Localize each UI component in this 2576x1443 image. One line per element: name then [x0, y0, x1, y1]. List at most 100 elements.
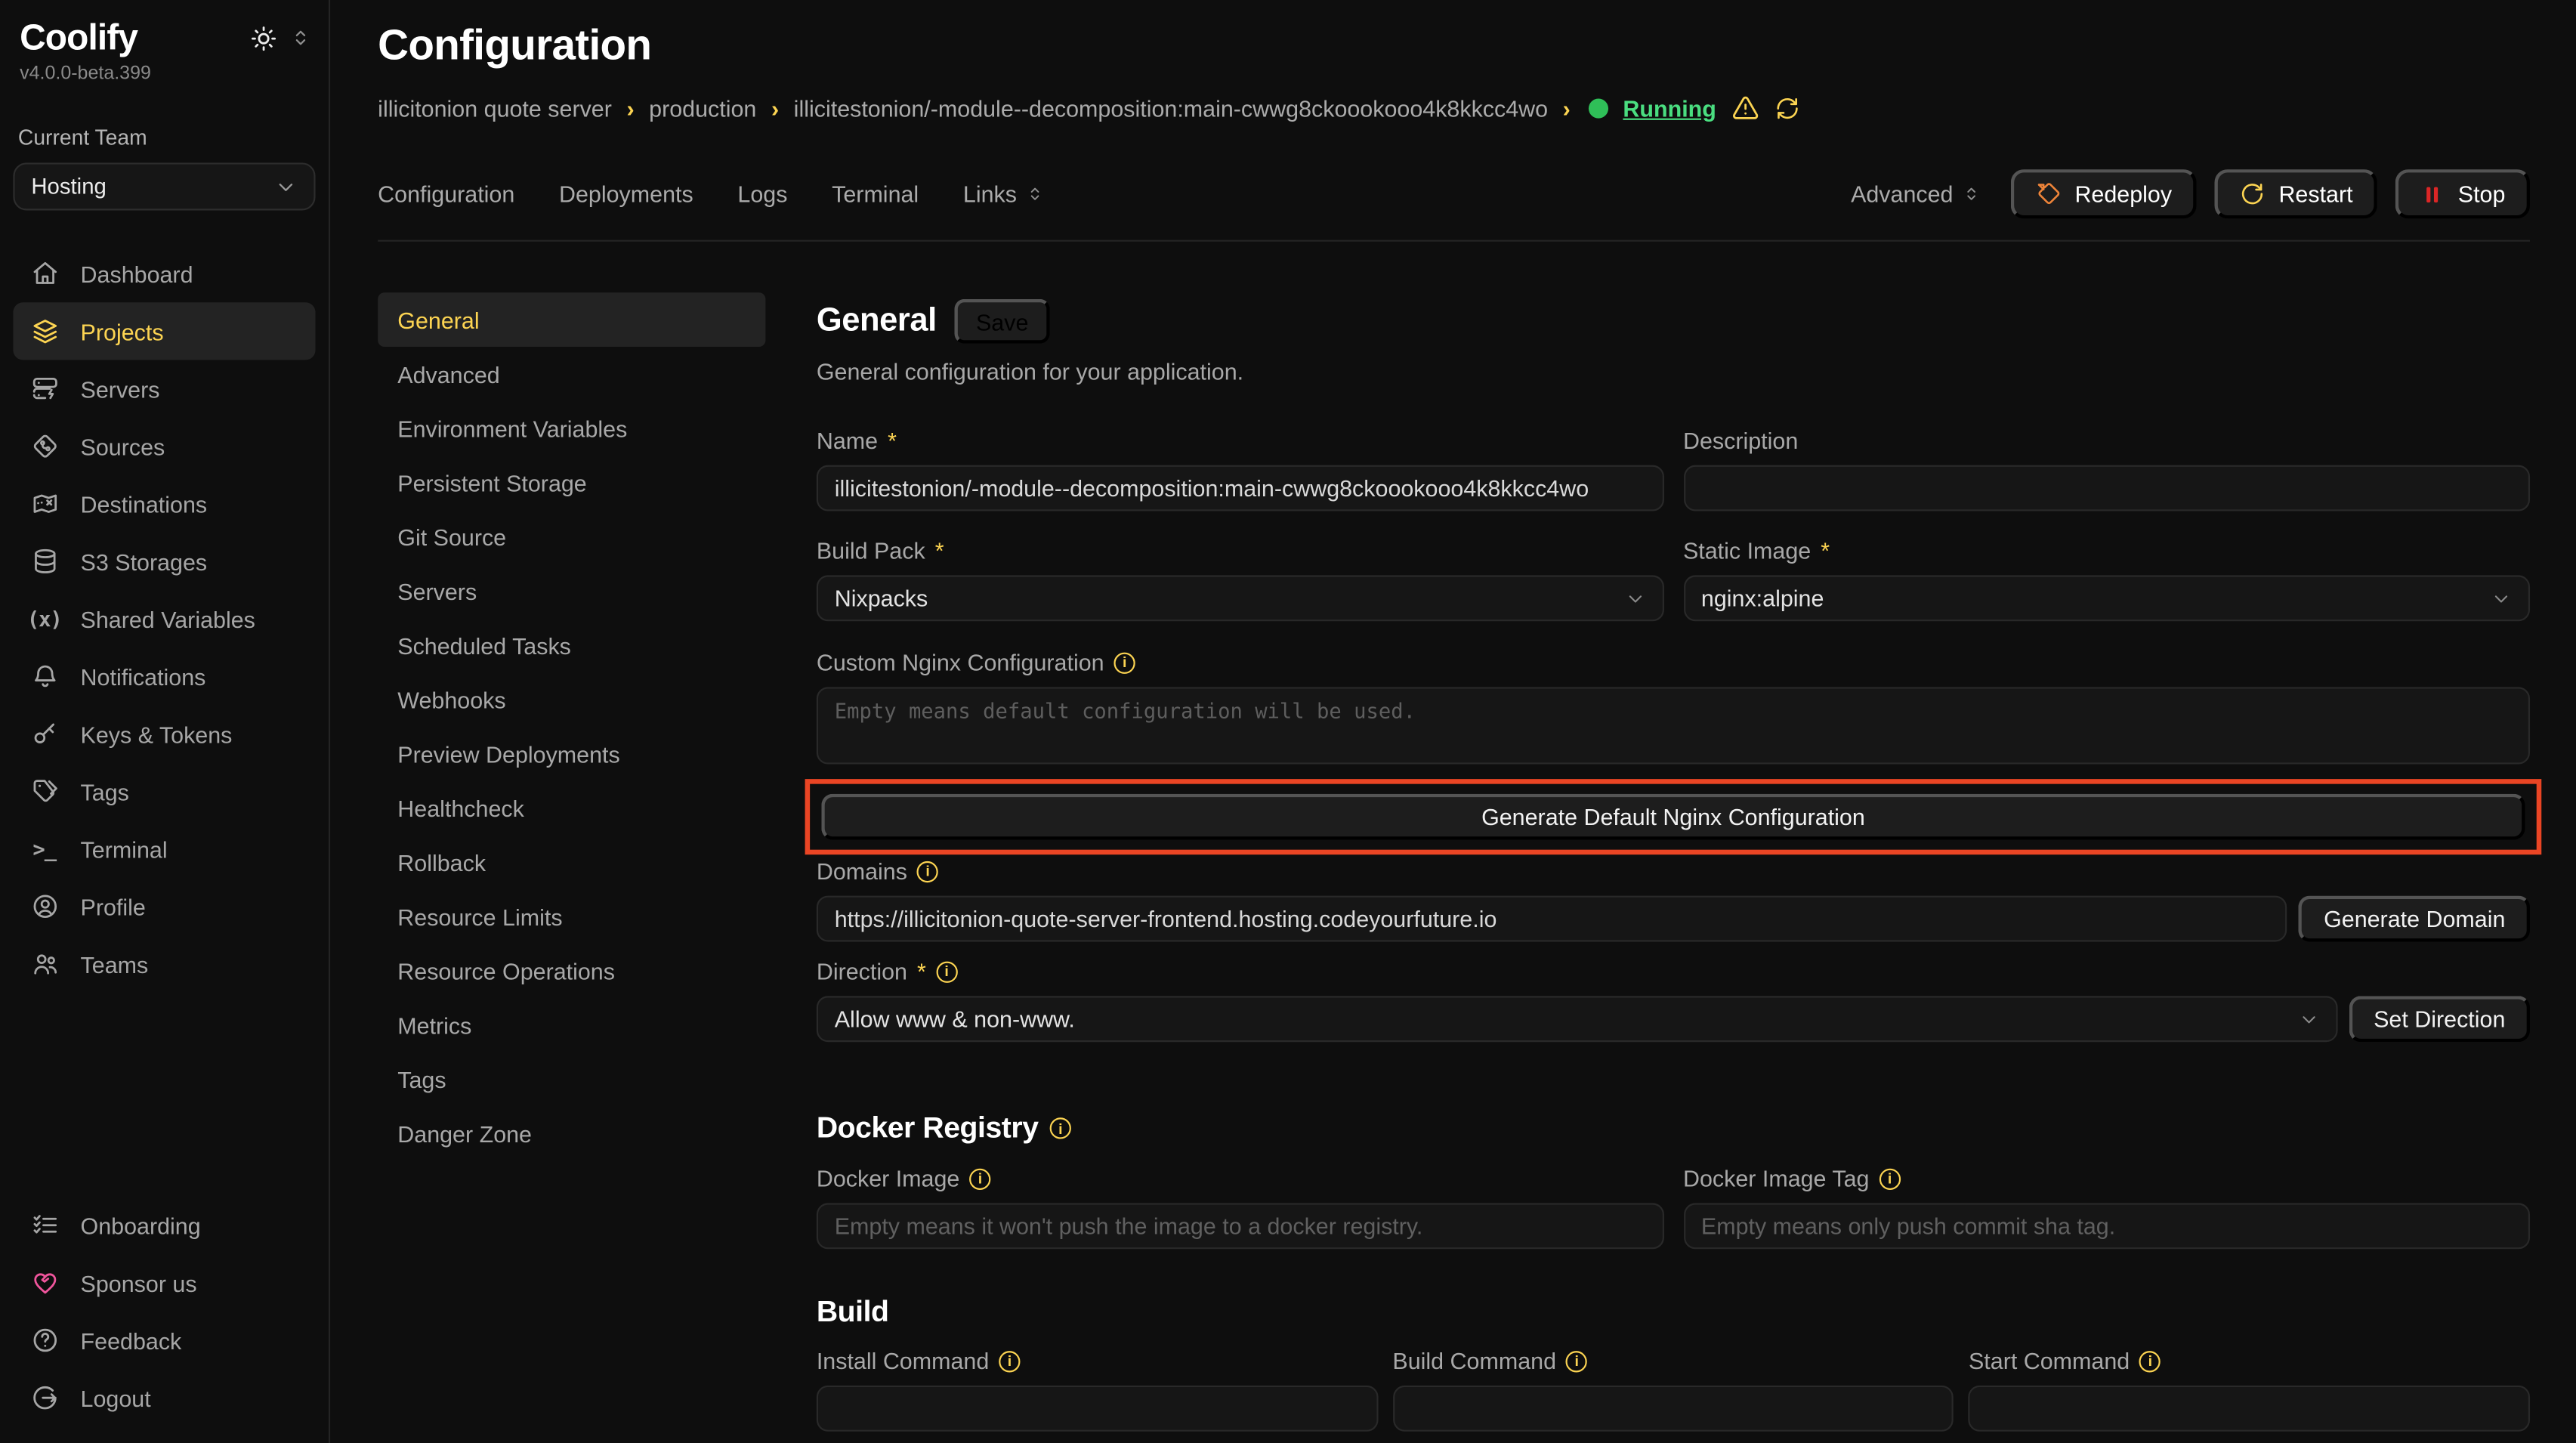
breadcrumb-application[interactable]: illicitestonion/-module--decomposition:m…: [794, 94, 1548, 121]
sidebar-item-servers[interactable]: Servers: [13, 360, 315, 417]
subnav-item-servers[interactable]: Servers: [378, 564, 765, 618]
tab-logs[interactable]: Logs: [737, 181, 787, 207]
sidebar-item-destinations[interactable]: Destinations: [13, 475, 315, 533]
tab-bar: Configuration Deployments Logs Terminal …: [378, 169, 2530, 242]
info-icon: i: [917, 861, 938, 882]
save-button[interactable]: Save: [955, 299, 1050, 344]
advanced-menu[interactable]: Advanced: [1851, 181, 1981, 207]
coolify-app: Coolify v4.0.0-beta.399 Current Team Hos…: [0, 0, 2576, 1443]
info-icon: i: [999, 1350, 1020, 1371]
sidebar-item-label: Destinations: [81, 490, 208, 517]
help-circle-icon: [29, 1327, 59, 1355]
subnav-item-git-source[interactable]: Git Source: [378, 509, 765, 564]
subnav-item-danger-zone[interactable]: Danger Zone: [378, 1106, 765, 1160]
subnav-item-metrics[interactable]: Metrics: [378, 997, 765, 1052]
warning-icon[interactable]: [1731, 94, 1759, 122]
status-dot: [1589, 97, 1608, 117]
build-pack-select[interactable]: Nixpacks: [817, 575, 1663, 621]
page-title: Configuration: [378, 20, 2530, 70]
tab-configuration[interactable]: Configuration: [378, 181, 514, 207]
subnav-item-persistent-storage[interactable]: Persistent Storage: [378, 456, 765, 510]
direction-label: Direction* i: [817, 958, 2530, 984]
domains-input[interactable]: [817, 896, 2287, 942]
stop-button[interactable]: Stop: [2395, 169, 2530, 218]
generate-nginx-config-button[interactable]: Generate Default Nginx Configuration: [821, 794, 2525, 840]
tab-links[interactable]: Links: [963, 181, 1045, 207]
install-command-input[interactable]: [817, 1386, 1378, 1432]
tag-icon: [29, 777, 59, 805]
sidebar-item-projects[interactable]: Projects: [13, 302, 315, 360]
app-version: v4.0.0-beta.399: [13, 64, 315, 84]
build-command-input[interactable]: [1392, 1386, 1954, 1432]
description-input[interactable]: [1683, 465, 2530, 511]
sidebar-item-tags[interactable]: Tags: [13, 762, 315, 820]
custom-nginx-textarea[interactable]: [817, 687, 2530, 764]
sidebar-item-logout[interactable]: Logout: [13, 1369, 315, 1426]
custom-nginx-label: Custom Nginx Configuration i: [817, 649, 2530, 675]
subnav-item-preview-deployments[interactable]: Preview Deployments: [378, 727, 765, 781]
chevron-down-icon: [1624, 588, 1645, 609]
breadcrumb-environment[interactable]: production: [649, 94, 756, 121]
sidebar-item-feedback[interactable]: Feedback: [13, 1312, 315, 1369]
layers-icon: [29, 317, 59, 345]
restart-button[interactable]: Restart: [2215, 169, 2378, 218]
sidebar-item-notifications[interactable]: Notifications: [13, 647, 315, 705]
subnav-item-resource-limits[interactable]: Resource Limits: [378, 889, 765, 944]
sidebar-item-onboarding[interactable]: Onboarding: [13, 1197, 315, 1254]
sidebar-nav: Dashboard Projects Servers Sources Desti…: [13, 245, 315, 993]
sidebar-collapse-icon[interactable]: [289, 26, 312, 49]
start-command-input[interactable]: [1969, 1386, 2530, 1432]
database-icon: [29, 547, 59, 575]
tab-terminal[interactable]: Terminal: [832, 181, 919, 207]
bell-icon: [29, 663, 59, 691]
section-title: General: [817, 302, 937, 340]
subnav-item-webhooks[interactable]: Webhooks: [378, 672, 765, 727]
team-select[interactable]: Hosting: [13, 162, 315, 210]
subnav-item-resource-operations[interactable]: Resource Operations: [378, 944, 765, 998]
description-label: Description: [1683, 428, 2530, 454]
docker-image-label: Docker Image i: [817, 1165, 1663, 1191]
domains-label: Domains i: [817, 858, 2530, 885]
breadcrumb-project[interactable]: illicitonion quote server: [378, 94, 612, 121]
name-input[interactable]: [817, 465, 1663, 511]
sidebar-item-s3-storages[interactable]: S3 Storages: [13, 533, 315, 590]
sidebar-item-label: Sponsor us: [81, 1269, 197, 1296]
static-image-label: Static Image*: [1683, 537, 2530, 564]
docker-image-input[interactable]: [817, 1203, 1663, 1249]
subnav-item-environment-variables[interactable]: Environment Variables: [378, 401, 765, 456]
sidebar-item-sponsor[interactable]: Sponsor us: [13, 1254, 315, 1312]
heart-icon: [29, 1268, 59, 1296]
name-label: Name*: [817, 428, 1663, 454]
subnav-item-scheduled-tasks[interactable]: Scheduled Tasks: [378, 618, 765, 672]
set-direction-button[interactable]: Set Direction: [2349, 996, 2530, 1042]
sidebar-item-shared-variables[interactable]: (x) Shared Variables: [13, 590, 315, 647]
build-section-title: Build: [817, 1295, 889, 1330]
subnav-item-healthcheck[interactable]: Healthcheck: [378, 780, 765, 835]
refresh-status-icon[interactable]: [1774, 94, 1800, 121]
install-command-label: Install Command i: [817, 1348, 1378, 1374]
sidebar-item-profile[interactable]: Profile: [13, 878, 315, 935]
info-icon: i: [1879, 1168, 1901, 1189]
sidebar-item-keys-tokens[interactable]: Keys & Tokens: [13, 705, 315, 762]
sidebar-item-dashboard[interactable]: Dashboard: [13, 245, 315, 302]
tab-deployments[interactable]: Deployments: [559, 181, 693, 207]
generate-domain-button[interactable]: Generate Domain: [2299, 896, 2530, 942]
subnav-item-general[interactable]: General: [378, 292, 765, 347]
subnav-item-rollback[interactable]: Rollback: [378, 835, 765, 889]
theme-sun-icon[interactable]: [250, 24, 278, 52]
variable-icon: (x): [29, 607, 59, 632]
redeploy-button[interactable]: Redeploy: [2011, 169, 2197, 218]
sidebar-item-terminal[interactable]: >_ Terminal: [13, 820, 315, 878]
sidebar-item-sources[interactable]: Sources: [13, 418, 315, 475]
direction-select[interactable]: Allow www & non-www.: [817, 996, 2337, 1042]
sidebar-item-teams[interactable]: Teams: [13, 935, 315, 993]
status-badge[interactable]: Running: [1623, 94, 1716, 121]
breadcrumb: illicitonion quote server › production ›…: [378, 94, 2530, 122]
current-team-label: Current Team: [13, 125, 315, 150]
subnav-item-advanced[interactable]: Advanced: [378, 347, 765, 401]
sidebar-item-label: Logout: [81, 1385, 151, 1411]
static-image-select[interactable]: nginx:alpine: [1683, 575, 2530, 621]
docker-image-tag-input[interactable]: [1683, 1203, 2530, 1249]
subnav-item-tags[interactable]: Tags: [378, 1052, 765, 1106]
stop-icon: [2420, 181, 2445, 206]
